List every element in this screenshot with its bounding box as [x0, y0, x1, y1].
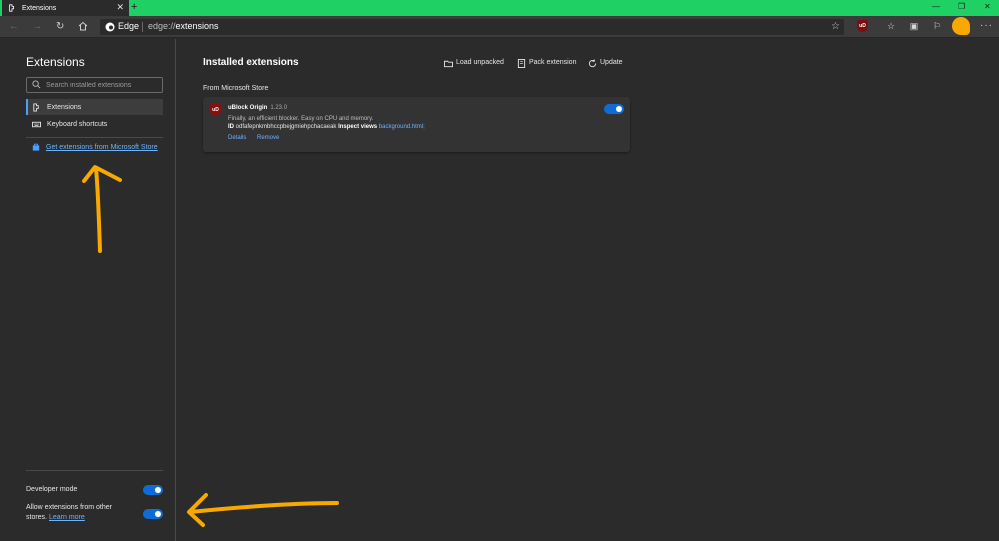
puzzle-icon [9, 4, 14, 12]
allow-other-stores-label: Allow extensions from other stores. Lear… [26, 503, 112, 523]
extension-version: 1.23.0 [270, 105, 288, 111]
ublock-toolbar-icon[interactable]: uD [857, 20, 868, 32]
profile-avatar[interactable] [952, 17, 970, 35]
page-title: Installed extensions [203, 57, 299, 68]
annotation-arrow-left [187, 493, 339, 527]
sidebar-item-keyboard-shortcuts[interactable]: Keyboard shortcuts [26, 116, 163, 132]
url-text: edge://extensions [148, 21, 219, 32]
search-input[interactable] [46, 78, 158, 92]
extension-enable-toggle[interactable] [604, 104, 624, 114]
forward-icon[interactable]: → [32, 21, 42, 33]
url-path: extensions [175, 21, 219, 31]
favorite-star-icon[interactable]: ☆ [831, 21, 840, 32]
remove-link[interactable]: Remove [257, 135, 279, 141]
ublock-icon: uD [210, 104, 221, 116]
collections-icon[interactable]: ▣ [908, 20, 920, 32]
background-page-link[interactable]: background.html; [379, 124, 425, 130]
package-icon [517, 58, 526, 68]
brand-label: Edge [118, 21, 140, 31]
home-icon[interactable] [78, 21, 88, 31]
edge-extensions-page: Extensions ✕ + — ❐ ✕ ← → ↻ Edge edge://e… [0, 0, 999, 541]
section-label: From Microsoft Store [203, 85, 269, 92]
developer-mode-label: Developer mode [26, 486, 78, 493]
close-tab-icon[interactable]: ✕ [116, 3, 124, 12]
store-bag-icon [32, 143, 40, 151]
new-tab-button[interactable]: + [131, 1, 137, 14]
extension-links: Details Remove [228, 134, 288, 142]
learn-more-link[interactable]: Learn more [49, 514, 85, 521]
allow-label-line2-wrap: stores. Learn more [26, 513, 112, 523]
update-label: Update [600, 59, 623, 66]
pack-extension-label: Pack extension [529, 59, 577, 66]
minimize-icon[interactable]: — [932, 2, 940, 12]
load-unpacked-button[interactable]: Load unpacked [444, 58, 504, 68]
allow-other-stores-toggle[interactable] [143, 509, 163, 519]
url-field[interactable]: Edge edge://extensions ☆ [100, 19, 844, 35]
puzzle-icon [33, 102, 39, 112]
url-scheme: edge:// [148, 21, 176, 31]
store-link[interactable]: Get extensions from Microsoft Store [32, 143, 158, 151]
id-label: ID [228, 124, 234, 130]
sidebar-divider [26, 470, 163, 471]
update-button[interactable]: Update [588, 58, 623, 68]
keyboard-icon [32, 121, 41, 127]
inspect-views-label: Inspect views [338, 124, 378, 130]
sidebar-divider [26, 137, 163, 138]
refresh-icon[interactable]: ↻ [56, 21, 64, 33]
sidebar-title: Extensions [26, 55, 85, 69]
allow-label-line2: stores. [26, 514, 48, 521]
pack-extension-button[interactable]: Pack extension [517, 58, 576, 68]
restore-icon[interactable]: ❐ [958, 2, 965, 12]
tab-title: Extensions [22, 4, 57, 12]
extension-id-line: ID odfafepnkmbhccpbejgmiehpchacaeak Insp… [228, 123, 425, 131]
sidebar-item-label: Keyboard shortcuts [47, 120, 108, 128]
edge-logo-icon [105, 22, 115, 32]
load-unpacked-label: Load unpacked [456, 59, 504, 66]
folder-icon [444, 60, 453, 67]
more-menu-icon[interactable]: ··· [980, 20, 993, 31]
extension-name-line: uBlock Origin 1.23.0 [228, 104, 287, 112]
url-separator [142, 22, 143, 32]
extension-id: odfafepnkmbhccpbejgmiehpchacaeak [235, 124, 337, 130]
search-icon [32, 80, 41, 89]
title-bar: Extensions ✕ + — ❐ ✕ [0, 0, 999, 16]
search-box[interactable] [26, 77, 163, 93]
sidebar-item-extensions[interactable]: Extensions [26, 99, 163, 115]
back-icon[interactable]: ← [9, 21, 19, 33]
refresh-icon [588, 58, 597, 67]
developer-mode-toggle[interactable] [143, 485, 163, 495]
extension-name: uBlock Origin [228, 105, 268, 111]
close-window-icon[interactable]: ✕ [984, 2, 991, 12]
browser-tab[interactable]: Extensions ✕ [2, 0, 129, 16]
extension-description: Finally, an efficient blocker. Easy on C… [228, 116, 374, 122]
allow-label-line1: Allow extensions from other [26, 504, 112, 511]
sidebar: Extensions Extensions Keyboard shortcuts… [0, 39, 176, 541]
store-link-label: Get extensions from Microsoft Store [46, 143, 158, 151]
details-link[interactable]: Details [228, 135, 246, 141]
feedback-icon[interactable]: ⚐ [931, 20, 943, 32]
extension-card: uD uBlock Origin 1.23.0 Finally, an effic… [203, 97, 630, 152]
sidebar-item-label: Extensions [47, 103, 82, 111]
address-bar: ← → ↻ Edge edge://extensions ☆ uD ☆ ▣ ⚐ [0, 16, 999, 38]
favorites-icon[interactable]: ☆ [885, 20, 897, 32]
